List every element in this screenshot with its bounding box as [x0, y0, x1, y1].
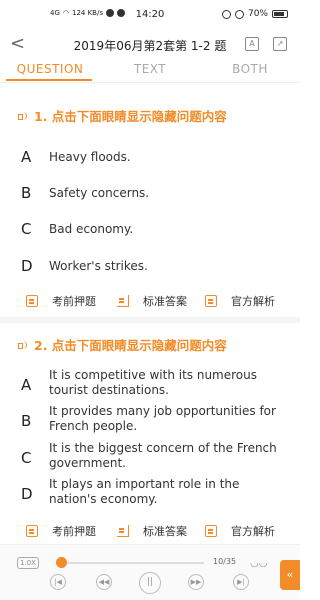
app-header: < 2019年06月第2套第 1-2 题 A ↗ — [0, 32, 300, 58]
option-letter: B — [21, 412, 32, 430]
predict-label: 考前押题 — [52, 525, 96, 538]
progress-track[interactable] — [58, 562, 204, 564]
collapse-side-button[interactable]: « — [280, 560, 300, 590]
option-text: Bad economy. — [49, 222, 134, 236]
font-size-icon[interactable]: A — [245, 37, 259, 51]
question-2-title: 2. 点击下面眼睛显示隐藏问题内容 — [34, 338, 227, 353]
play-pause-icon[interactable]: || — [139, 572, 161, 594]
analysis-label: 官方解析 — [231, 525, 275, 538]
battery-icon — [272, 10, 288, 18]
audio-player: 1.0X 10/35 ◡◡ |◀ ◀◀ || ▶▶ ▶| — [0, 544, 300, 600]
predict-button[interactable]: 考前押题 — [26, 293, 96, 309]
option-text: It is the biggest concern of the French … — [49, 441, 277, 470]
option-text: Worker's strikes. — [49, 259, 148, 273]
option-letter: A — [21, 376, 32, 394]
share-icon[interactable]: ↗ — [273, 37, 287, 51]
tab-text[interactable]: TEXT — [100, 58, 200, 82]
speaker-icon — [18, 340, 28, 350]
option-text: It plays an important role in the nation… — [49, 477, 240, 506]
option-letter: D — [21, 485, 33, 503]
option-text: Heavy floods. — [49, 150, 131, 164]
progress-handle[interactable] — [55, 557, 67, 568]
fast-forward-icon[interactable]: ▶▶ — [188, 574, 204, 590]
answer-label: 标准答案 — [143, 295, 187, 308]
answer-label: 标准答案 — [143, 525, 187, 538]
battery-percent: 70% — [247, 9, 268, 19]
question-1-title: 1. 点击下面眼睛显示隐藏问题内容 — [34, 109, 227, 124]
option-text: Safety concerns. — [49, 186, 150, 200]
option-letter: C — [21, 220, 32, 238]
clock-icon — [234, 9, 244, 19]
option-text: It is competitive with its numerous tour… — [49, 368, 257, 397]
list-icon — [117, 295, 129, 307]
predict-label: 考前押题 — [52, 295, 96, 308]
status-bar: 4G ◠ 124 KB/s 14:20 70% — [0, 0, 300, 32]
active-tab-indicator — [6, 79, 92, 81]
predict-button[interactable]: 考前押题 — [26, 523, 96, 539]
question-1-actions: 考前押题 标准答案 官方解析 — [0, 290, 300, 312]
document-icon — [205, 295, 217, 307]
eye-closed-icon[interactable]: ◡◡ — [250, 558, 267, 569]
speaker-icon — [18, 111, 28, 121]
rewind-icon[interactable]: ◀◀ — [96, 574, 112, 590]
question-1-heading[interactable]: 1. 点击下面眼睛显示隐藏问题内容 — [18, 106, 227, 125]
answer-button[interactable]: 标准答案 — [117, 293, 187, 309]
list-icon — [117, 525, 129, 537]
section-divider — [0, 317, 300, 323]
analysis-button[interactable]: 官方解析 — [205, 293, 275, 309]
track-counter: 10/35 — [213, 557, 237, 566]
document-icon — [205, 525, 217, 537]
first-track-icon[interactable]: |◀ — [50, 574, 66, 590]
tab-both[interactable]: BOTH — [200, 58, 300, 82]
answer-button[interactable]: 标准答案 — [117, 523, 187, 539]
playback-speed-button[interactable]: 1.0X — [17, 557, 39, 569]
status-right: 70% — [221, 9, 288, 19]
option-letter: D — [21, 257, 33, 275]
question-2-heading[interactable]: 2. 点击下面眼睛显示隐藏问题内容 — [18, 335, 227, 354]
divider — [0, 82, 300, 83]
option-letter: C — [21, 449, 32, 467]
analysis-label: 官方解析 — [231, 295, 275, 308]
option-letter: A — [21, 148, 32, 166]
analysis-button[interactable]: 官方解析 — [205, 523, 275, 539]
bookmark-icon — [26, 525, 38, 537]
option-text: It provides many job opportunities for F… — [49, 404, 276, 433]
last-track-icon[interactable]: ▶| — [233, 574, 249, 590]
option-letter: B — [21, 184, 32, 202]
bookmark-icon — [26, 295, 38, 307]
question-2-actions: 考前押题 标准答案 官方解析 — [0, 520, 300, 542]
alarm-icon — [221, 9, 231, 19]
